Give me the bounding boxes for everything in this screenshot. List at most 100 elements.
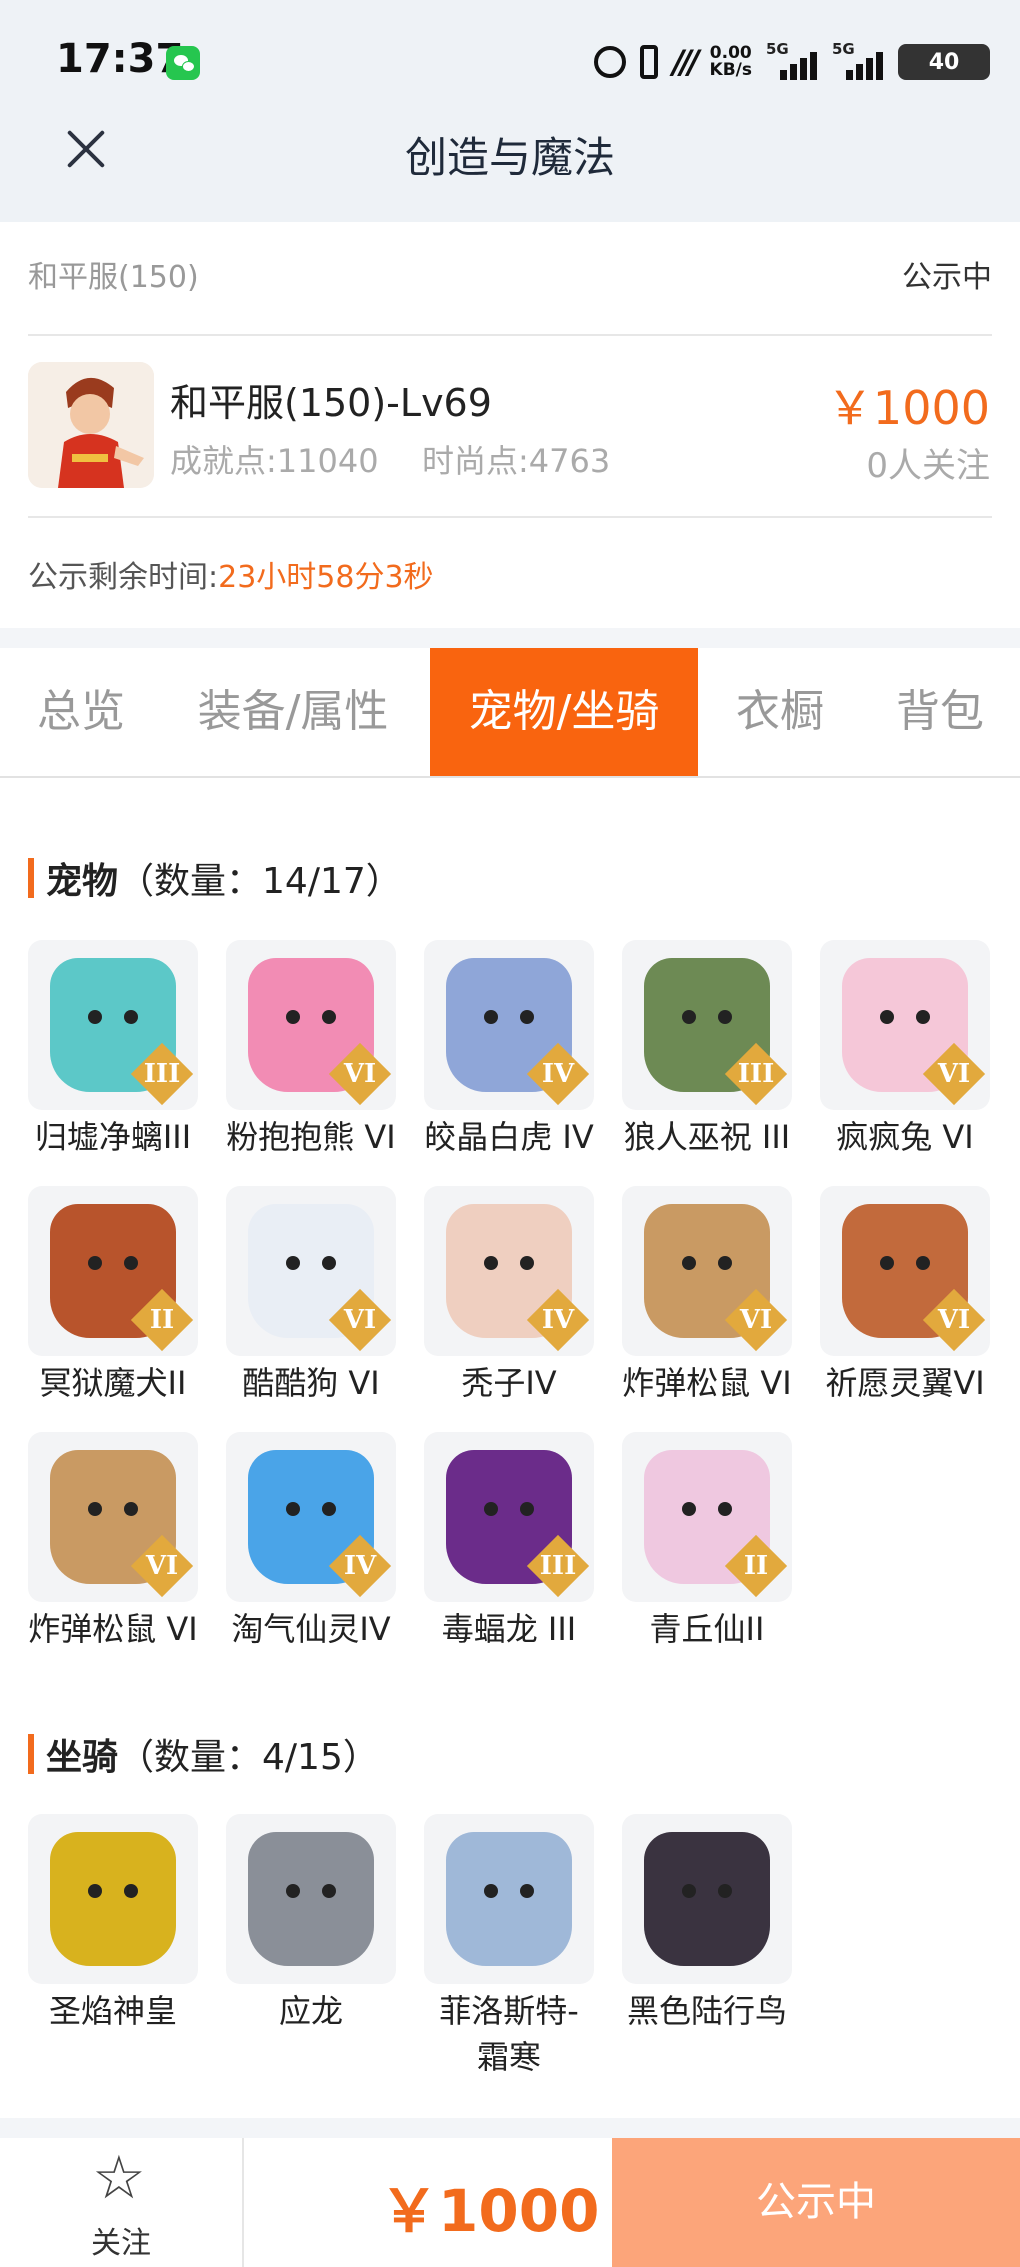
- page-title: 创造与魔法: [404, 133, 615, 182]
- pet-item[interactable]: VI 祈愿灵翼VI: [820, 1186, 990, 1406]
- mount-name: 菲洛斯特- 霜寒: [439, 1992, 579, 2076]
- tab-pets-mounts[interactable]: 宠物/坐骑: [430, 648, 698, 776]
- pet-name: 归墟净螭III: [34, 1118, 192, 1156]
- pet-icon: IV: [424, 940, 594, 1110]
- nfc-icon: ///: [672, 43, 699, 81]
- avatar: [28, 362, 154, 488]
- pet-name: 祈愿灵翼VI: [825, 1364, 985, 1402]
- signal-icon: 5G: [832, 40, 884, 80]
- grade-badge: VI: [724, 1288, 788, 1352]
- pet-name: 青丘仙II: [649, 1610, 765, 1648]
- pet-icon: VI: [622, 1186, 792, 1356]
- pet-icon: III: [622, 940, 792, 1110]
- grade-badge: II: [724, 1534, 788, 1598]
- pet-name: 冥狱魔犬II: [39, 1364, 187, 1402]
- remaining-time: 公示剩余时间:23小时58分3秒: [28, 560, 434, 595]
- pet-name: 淘气仙灵IV: [231, 1610, 391, 1648]
- tab-bar: 总览 装备/属性 宠物/坐骑 衣橱 背包: [0, 648, 1020, 778]
- divider: [0, 2118, 1020, 2140]
- pet-icon: II: [622, 1432, 792, 1602]
- grade-badge: III: [724, 1042, 788, 1106]
- remaining-time-value: 23小时58分3秒: [218, 560, 434, 595]
- pet-item[interactable]: VI 炸弹松鼠 VI: [28, 1432, 198, 1652]
- pet-icon: III: [28, 940, 198, 1110]
- tab-wardrobe[interactable]: 衣橱: [710, 648, 850, 776]
- listing-status: 公示中: [902, 260, 992, 295]
- tab-backpack[interactable]: 背包: [870, 648, 1010, 776]
- grade-badge: IV: [526, 1042, 590, 1106]
- grade-badge: IV: [526, 1288, 590, 1352]
- grade-badge: VI: [328, 1042, 392, 1106]
- pet-item[interactable]: VI 粉抱抱熊 VI: [226, 940, 396, 1160]
- grade-badge: VI: [328, 1288, 392, 1352]
- listing-card: 和平服(150) 公示中 和平服(150)-Lv69 成就点:11040 时尚点…: [0, 222, 1020, 628]
- grade-badge: IV: [328, 1534, 392, 1598]
- pet-item[interactable]: II 青丘仙II: [622, 1432, 792, 1652]
- follow-button[interactable]: ☆ 关注: [0, 2138, 244, 2267]
- tab-equipment[interactable]: 装备/属性: [168, 648, 418, 776]
- vibrate-icon: [640, 45, 659, 79]
- grade-badge: VI: [922, 1042, 986, 1106]
- mount-icon: [28, 1814, 198, 1984]
- wechat-icon: [166, 46, 200, 80]
- mount-name: 圣焰神皇: [48, 1992, 177, 2030]
- mount-item[interactable]: 圣焰神皇: [28, 1814, 198, 2034]
- pet-item[interactable]: VI 疯疯兔 VI: [820, 940, 990, 1160]
- follower-count: 0人关注: [866, 446, 990, 486]
- pet-name: 粉抱抱熊 VI: [226, 1118, 396, 1156]
- tab-overview[interactable]: 总览: [0, 648, 162, 776]
- pet-icon: IV: [226, 1432, 396, 1602]
- pet-item[interactable]: VI 炸弹松鼠 VI: [622, 1186, 792, 1406]
- pet-item[interactable]: IV 淘气仙灵IV: [226, 1432, 396, 1652]
- mount-name: 黑色陆行鸟: [626, 1992, 787, 2030]
- pet-icon: VI: [226, 1186, 396, 1356]
- pet-name: 狼人巫祝 III: [623, 1118, 791, 1156]
- pet-icon: VI: [820, 940, 990, 1110]
- mount-icon: [424, 1814, 594, 1984]
- role-name: 和平服(150)-Lv69: [170, 381, 492, 425]
- bottom-price: ￥1000: [380, 2177, 600, 2245]
- grade-badge: VI: [922, 1288, 986, 1352]
- status-button[interactable]: 公示中: [612, 2138, 1020, 2267]
- grade-badge: VI: [130, 1534, 194, 1598]
- pet-icon: II: [28, 1186, 198, 1356]
- nav-header: 创造与魔法: [0, 122, 1020, 222]
- pet-name: 疯疯兔 VI: [836, 1118, 974, 1156]
- clock: 17:37: [56, 36, 184, 82]
- pets-mounts-panel: 宠物（数量：14/17） III 归墟净螭III VI 粉抱抱熊 VI IV 皎晶白虎 I…: [0, 778, 1020, 2118]
- pet-item[interactable]: II 冥狱魔犬II: [28, 1186, 198, 1406]
- mount-icon: [622, 1814, 792, 1984]
- pet-icon: VI: [226, 940, 396, 1110]
- pet-name: 毒蝠龙 III: [441, 1610, 577, 1648]
- pet-name: 皎晶白虎 IV: [424, 1118, 594, 1156]
- pet-icon: IV: [424, 1186, 594, 1356]
- pet-item[interactable]: III 毒蝠龙 III: [424, 1432, 594, 1652]
- pet-icon: III: [424, 1432, 594, 1602]
- signal-icon: 5G: [766, 40, 818, 80]
- follow-label: 关注: [91, 2226, 151, 2261]
- mount-icon: [226, 1814, 396, 1984]
- star-icon: ☆: [92, 2143, 146, 2213]
- mount-item[interactable]: 应龙: [226, 1814, 396, 2034]
- bottom-action-bar: ☆ 关注 ￥1000 公示中: [0, 2138, 1020, 2267]
- fashion-points: 时尚点:4763: [422, 442, 611, 480]
- mount-item[interactable]: 菲洛斯特- 霜寒: [424, 1814, 594, 2080]
- mount-name: 应龙: [278, 1992, 343, 2030]
- achievement-points: 成就点:11040: [170, 442, 379, 480]
- grade-badge: III: [526, 1534, 590, 1598]
- mount-item[interactable]: 黑色陆行鸟: [622, 1814, 792, 2034]
- pet-name: 炸弹松鼠 VI: [28, 1610, 198, 1648]
- pets-section-title: 宠物（数量：14/17）: [28, 852, 402, 904]
- server-name: 和平服(150): [28, 260, 199, 295]
- pet-name: 酷酷狗 VI: [242, 1364, 380, 1402]
- pet-item[interactable]: IV 皎晶白虎 IV: [424, 940, 594, 1160]
- pet-item[interactable]: IV 秃子IV: [424, 1186, 594, 1406]
- divider: [28, 334, 992, 336]
- mounts-section-title: 坐骑（数量：4/15）: [28, 1728, 379, 1780]
- status-icons: /// 0.00 KB/s 5G 5G 40: [594, 40, 990, 84]
- divider: [28, 516, 992, 518]
- pet-item[interactable]: III 狼人巫祝 III: [622, 940, 792, 1160]
- alarm-icon: [594, 46, 627, 78]
- pet-item[interactable]: III 归墟净螭III: [28, 940, 198, 1160]
- pet-item[interactable]: VI 酷酷狗 VI: [226, 1186, 396, 1406]
